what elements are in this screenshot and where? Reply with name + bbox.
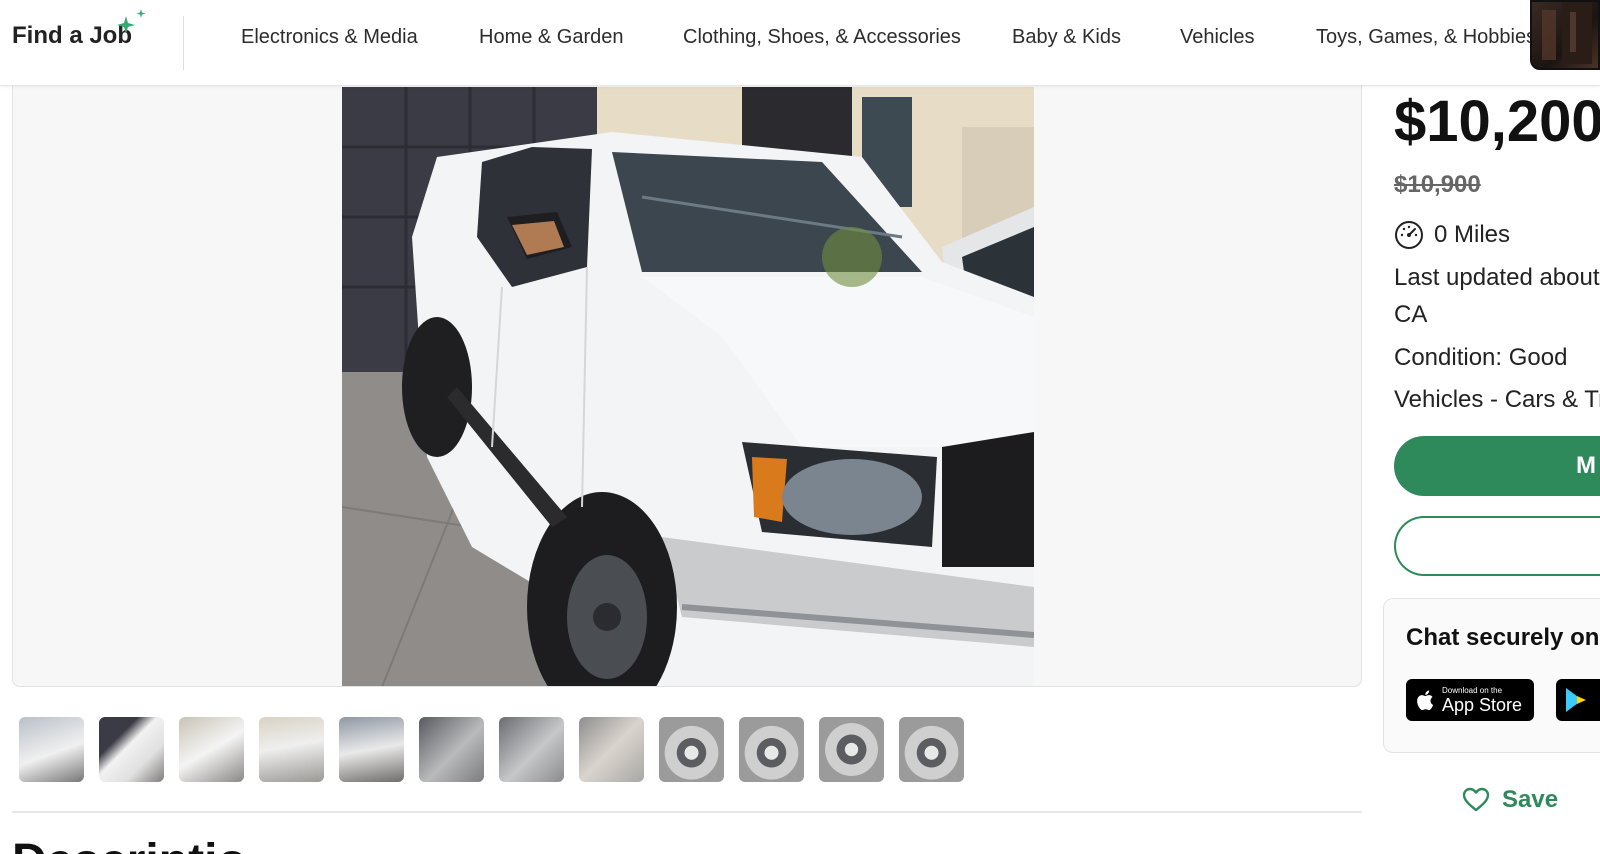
nav-baby-kids[interactable]: Baby & Kids [1012, 26, 1121, 49]
google-play-badge[interactable] [1556, 679, 1600, 721]
thumbnail-9[interactable] [659, 717, 724, 782]
nav-clothing-shoes-accessories[interactable]: Clothing, Shoes, & Accessories [683, 26, 961, 49]
primary-action-label: M [1576, 452, 1596, 479]
thumbnail-5[interactable] [339, 717, 404, 782]
location-text: CA [1394, 301, 1428, 328]
save-button[interactable]: Save [1462, 786, 1558, 814]
top-navigation: Find a Job Electronics & Media Home & Ga… [0, 0, 1600, 86]
sparkle-icon [117, 9, 146, 34]
secondary-action-button[interactable] [1394, 516, 1600, 576]
mileage-row: 0 Miles [1394, 220, 1510, 250]
thumbnail-2[interactable] [99, 717, 164, 782]
app-store-small-text: Download on the [1442, 685, 1503, 695]
nav-vehicles[interactable]: Vehicles [1180, 26, 1255, 49]
user-avatar[interactable] [1530, 0, 1600, 70]
photo-gallery [12, 60, 1362, 687]
thumbnail-8[interactable] [579, 717, 644, 782]
main-listing-photo[interactable] [342, 87, 1034, 686]
condition-text: Condition: Good [1394, 344, 1568, 371]
nav-divider [183, 16, 184, 70]
google-play-icon [1566, 688, 1586, 712]
speedometer-icon [1395, 221, 1423, 249]
save-label: Save [1502, 786, 1559, 813]
thumbnail-1[interactable] [19, 717, 84, 782]
thumbnail-4[interactable] [259, 717, 324, 782]
original-price: $10,900 [1394, 171, 1481, 198]
nav-toys-games-hobbies[interactable]: Toys, Games, & Hobbies [1316, 26, 1536, 49]
thumbnail-11[interactable] [819, 717, 884, 782]
chat-securely-card: Chat securely on t Download on the App S… [1383, 598, 1600, 753]
app-store-badge[interactable]: Download on the App Store [1406, 679, 1534, 721]
section-divider [12, 811, 1362, 813]
thumbnail-6[interactable] [419, 717, 484, 782]
listing-price: $10,200 [1394, 89, 1600, 154]
heart-icon [1462, 787, 1490, 812]
app-store-big-text: App Store [1442, 694, 1523, 715]
primary-action-button[interactable]: M [1394, 436, 1600, 496]
chat-card-title: Chat securely on t [1406, 624, 1600, 651]
nav-home-garden[interactable]: Home & Garden [479, 26, 624, 49]
mileage-text: 0 Miles [1434, 221, 1511, 248]
thumbnail-12[interactable] [899, 717, 964, 782]
category-path-link[interactable]: Vehicles - Cars & Tru [1394, 386, 1600, 414]
thumbnail-3[interactable] [179, 717, 244, 782]
last-updated-text: Last updated about [1394, 264, 1600, 291]
thumbnail-10[interactable] [739, 717, 804, 782]
apple-icon [1417, 690, 1434, 711]
description-heading: Descriptio [12, 834, 247, 854]
thumbnail-7[interactable] [499, 717, 564, 782]
nav-electronics-media[interactable]: Electronics & Media [241, 26, 418, 49]
